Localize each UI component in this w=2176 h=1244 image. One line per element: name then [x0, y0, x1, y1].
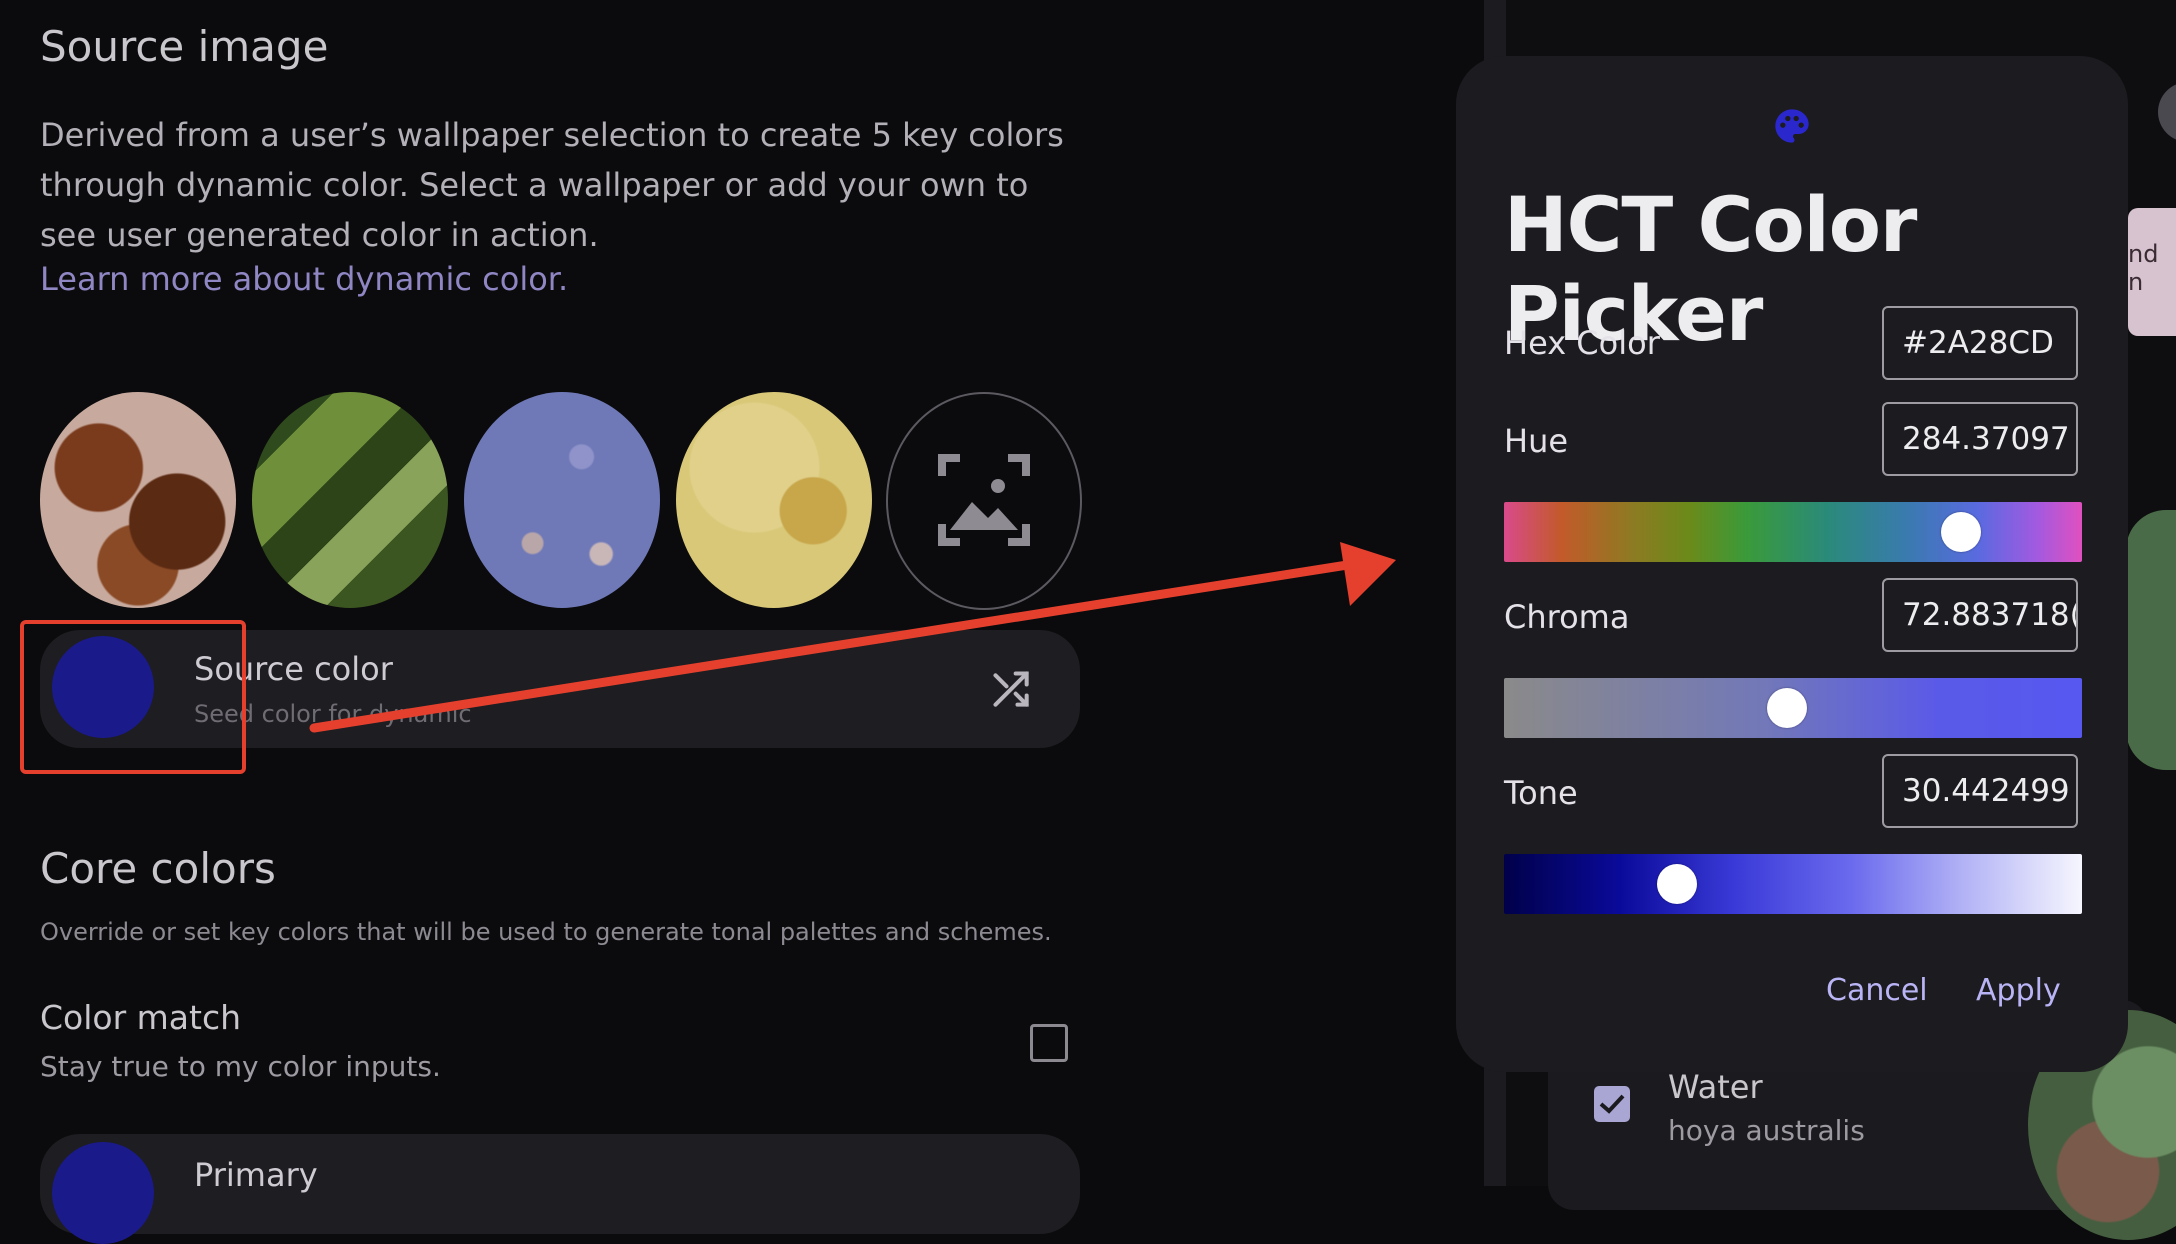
- chroma-input[interactable]: 72.883718(: [1882, 578, 2078, 652]
- tone-input[interactable]: 30.442499: [1882, 754, 2078, 828]
- palette-icon: [1772, 106, 1812, 150]
- hue-input[interactable]: 284.37097: [1882, 402, 2078, 476]
- hue-slider-thumb[interactable]: [1940, 512, 1981, 552]
- hue-slider[interactable]: [1504, 502, 2082, 562]
- apply-button[interactable]: Apply: [1970, 972, 2067, 1009]
- hex-color-input[interactable]: #2A28CD: [1882, 306, 2078, 380]
- hue-label: Hue: [1504, 422, 1569, 460]
- chroma-value: 72.883718(: [1902, 597, 2078, 633]
- hex-color-value: #2A28CD: [1902, 325, 2054, 361]
- tone-value: 30.442499: [1902, 773, 2070, 809]
- hex-color-label: Hex Color: [1504, 324, 1660, 362]
- cancel-button[interactable]: Cancel: [1820, 972, 1934, 1009]
- chroma-label: Chroma: [1504, 598, 1630, 636]
- chroma-slider-thumb[interactable]: [1767, 688, 1808, 728]
- tone-label: Tone: [1504, 774, 1578, 812]
- tone-slider[interactable]: [1504, 854, 2082, 914]
- hue-value: 284.37097: [1902, 421, 2070, 457]
